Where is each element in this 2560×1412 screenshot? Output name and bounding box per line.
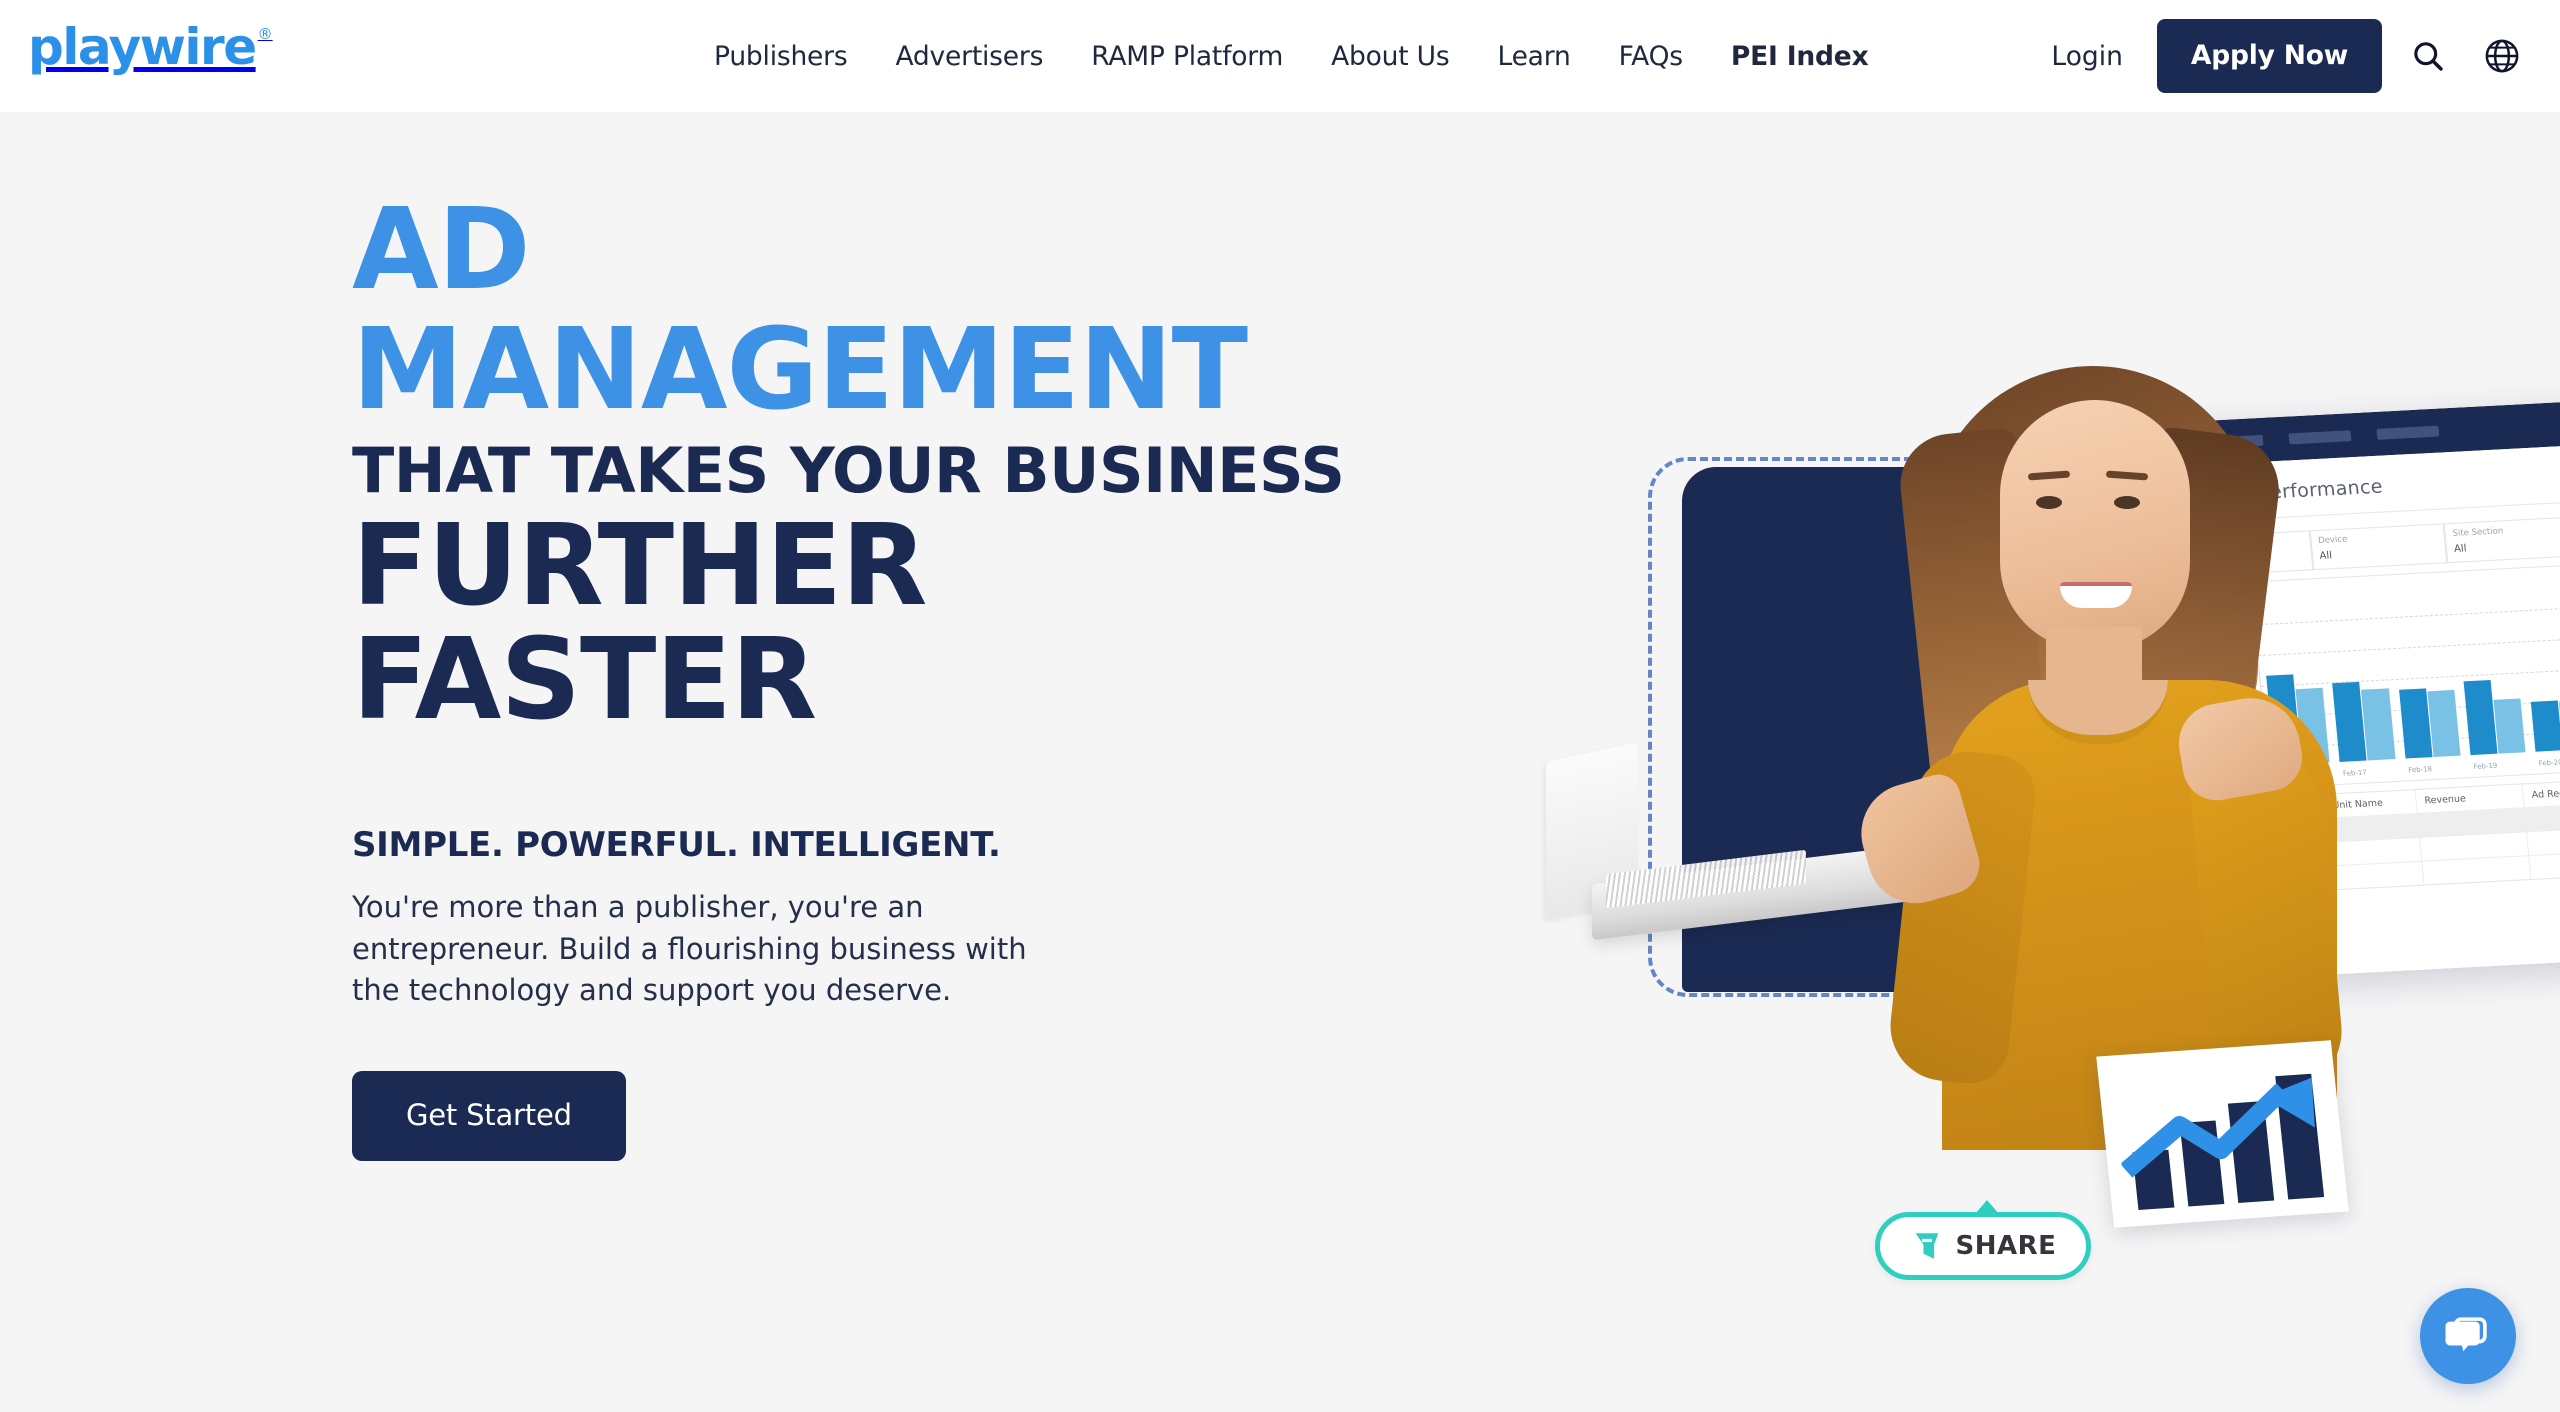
logo-wordmark: playwire [28,18,257,76]
headline-line-2: MANAGEMENT [352,305,1248,436]
globe-icon [2485,39,2519,73]
chart-bar-group: Feb-19 [2463,679,2526,771]
filter-site-section: Site Section All [2443,516,2560,564]
site-header: playwire ® Publishers Advertisers RAMP P… [0,0,2560,112]
share-badge[interactable]: SHARE [1875,1212,2091,1280]
dashboard-tab-placeholder [2376,425,2440,440]
page-root: playwire ® Publishers Advertisers RAMP P… [0,0,2560,1412]
headline-line-1: AD [352,185,531,315]
get-started-button[interactable]: Get Started [352,1070,626,1161]
registered-trademark-icon: ® [257,25,273,43]
nav-item-learn[interactable]: Learn [1473,31,1594,82]
main-navigation: Publishers Advertisers RAMP Platform Abo… [690,0,1892,112]
nav-item-advertisers[interactable]: Advertisers [871,31,1067,82]
filter-label: Site Section [2452,526,2504,539]
person-photo [1849,282,2350,1162]
filter-value: All [2453,543,2468,555]
chart-bar [2493,698,2526,754]
headline-line-5: FASTER [352,615,817,746]
nav-item-publishers[interactable]: Publishers [690,31,871,82]
hero-copy: AD MANAGEMENT THAT TAKES YOUR BUSINESS F… [352,185,1472,1161]
playwire-logo[interactable]: playwire ® [28,22,273,72]
chart-x-tick-label: Feb-19 [2473,761,2498,771]
growth-chart-card [2096,1040,2349,1228]
apply-now-button[interactable]: Apply Now [2156,19,2382,93]
eye [2036,496,2062,509]
chart-bar [2530,700,2560,752]
language-button[interactable] [2474,28,2530,84]
chart-x-tick-label: Feb-20 [2538,758,2560,768]
search-button[interactable] [2400,28,2456,84]
nav-item-about-us[interactable]: About Us [1307,31,1473,82]
chart-bar-group: Feb-20 [2530,699,2560,768]
header-actions: Login Apply Now [2029,0,2530,112]
share-label: SHARE [1955,1231,2057,1261]
nav-item-ramp-platform[interactable]: RAMP Platform [1067,31,1307,82]
search-icon [2414,42,2443,71]
hero-artwork: playwire Analytics ⌃ Overview Daily Brea… [1520,282,2560,1312]
mouth [2060,582,2132,608]
nav-item-pei-index[interactable]: PEI Index [1707,31,1893,82]
chat-widget-button[interactable] [2420,1288,2516,1384]
headline-line-4: FURTHER [352,500,928,631]
headline-line-3: THAT TAKES YOUR BUSINESS [352,433,1345,507]
growth-arrow-icon [2120,1077,2315,1178]
chart-bar [2427,689,2461,758]
table-cell [2422,856,2532,885]
funnel-flag-icon [1915,1233,1938,1259]
eye [2114,496,2140,509]
hero-paragraph: You're more than a publisher, you're an … [352,890,1027,1007]
table-column-header[interactable]: Ad Requests [2522,778,2560,808]
chat-bubble-icon [2445,1317,2487,1352]
hero-subheading: SIMPLE. POWERFUL. INTELLIGENT. [352,825,1001,866]
nav-item-faqs[interactable]: FAQs [1595,31,1707,82]
chart-x-tick-label: Feb-18 [2407,765,2433,775]
chart-bar [2361,688,2396,761]
chart-bar-group: Feb-18 [2398,687,2461,774]
hero-section: AD MANAGEMENT THAT TAKES YOUR BUSINESS F… [0,112,2560,1412]
login-link[interactable]: Login [2029,31,2145,82]
chart-bar [2463,680,2498,756]
